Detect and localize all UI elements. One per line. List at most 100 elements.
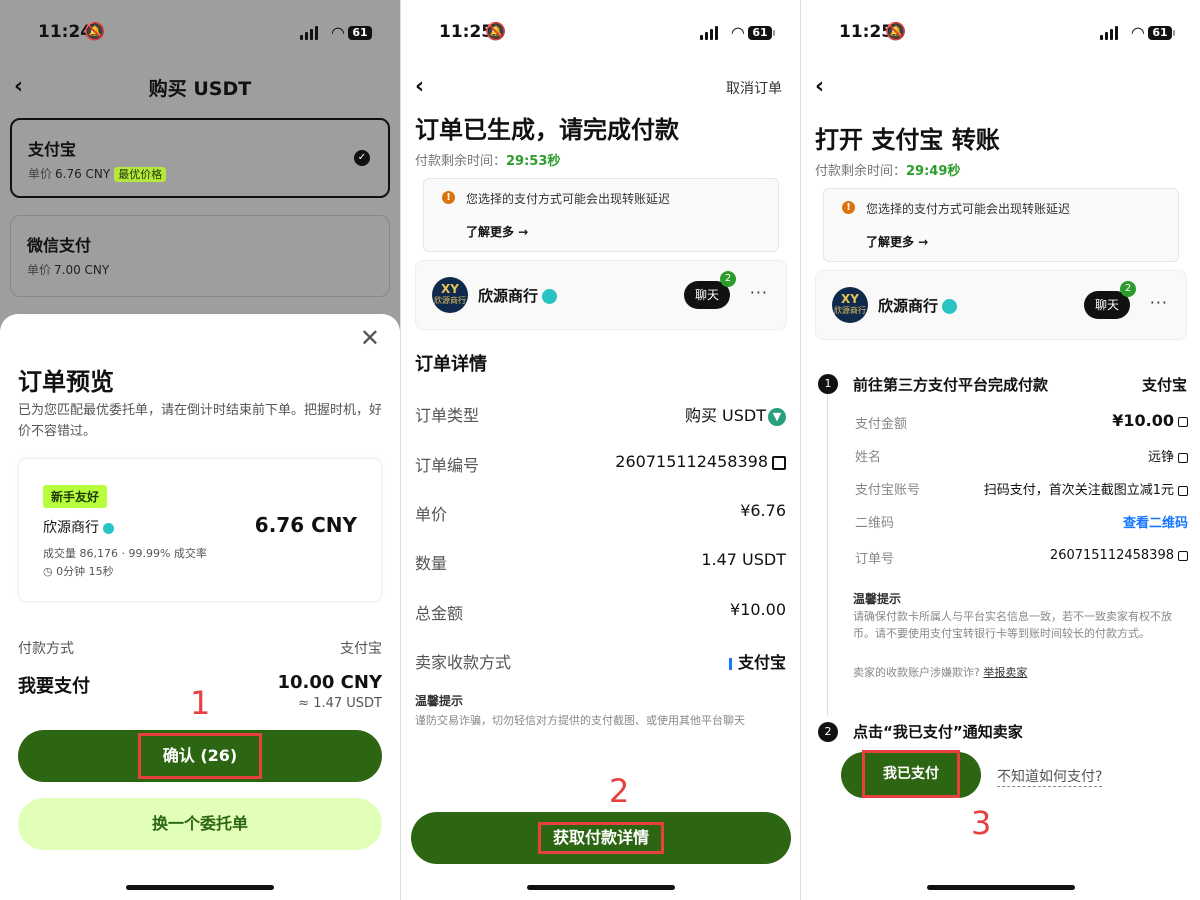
screen-order-preview: 11:24 🔕 ◠ 61 ‹ 购买 USDT 支付宝 单价 6.76 CNY 最优价…: [0, 0, 400, 900]
step-number: 3: [971, 804, 992, 842]
chat-badge: 2: [720, 271, 736, 287]
mute-icon: 🔕: [84, 22, 106, 42]
copy-icon[interactable]: [1178, 452, 1188, 463]
back-button[interactable]: ‹: [415, 76, 424, 98]
best-price-badge: 最优价格: [114, 167, 167, 182]
payment-timer: 付款剩余时间：29:53秒: [415, 154, 561, 169]
step-1-title: 前往第三方支付平台完成付款 支付宝: [853, 376, 1187, 394]
response-time: ◷ 0分钟 15秒: [43, 565, 114, 578]
tips-text: 请确保付款卡所属人与平台实名信息一致，若不一致卖家有权不放币。请不要使用支付宝转…: [853, 610, 1172, 640]
copy-icon[interactable]: [1178, 485, 1188, 496]
sheet-title: 订单预览: [18, 368, 114, 396]
copy-icon[interactable]: [772, 455, 786, 470]
page-title: 购买 USDT: [148, 78, 252, 100]
transfer-row-order-no: 订单号 260715112458398: [855, 548, 1188, 567]
wifi-icon: ◠: [331, 23, 344, 42]
verified-icon: [542, 289, 558, 304]
merchant-name: 欣源商行: [478, 285, 558, 306]
clock-icon: ◷: [43, 565, 57, 578]
detail-row-order-no: 订单编号 260715112458398: [415, 452, 786, 476]
transfer-row-amount: 支付金额 ¥10.00: [855, 411, 1188, 432]
more-icon[interactable]: ···: [1150, 293, 1168, 312]
mute-icon: 🔕: [485, 22, 507, 42]
sheet-description: 已为您匹配最优委托单，请在倒计时结束前下单。把握时机，好价不容错过。: [18, 403, 383, 439]
more-icon[interactable]: ···: [750, 283, 768, 302]
pay-method-name: 支付宝: [28, 140, 77, 159]
copy-icon[interactable]: [1178, 416, 1188, 427]
step-number: 1: [190, 684, 211, 722]
signal-icon: [1100, 26, 1118, 40]
check-icon: ✓: [354, 150, 370, 166]
transfer-row-name: 姓名 远铮: [855, 446, 1188, 465]
copy-icon[interactable]: [1178, 550, 1188, 561]
tips-title: 温馨提示: [415, 694, 464, 708]
wifi-icon: ◠: [1131, 23, 1144, 42]
warning-icon: !: [842, 201, 855, 214]
chat-button[interactable]: 聊天 2: [1084, 281, 1136, 319]
home-indicator: [126, 885, 274, 890]
status-bar: 11:25 🔕 ◠ 61: [801, 22, 1200, 46]
merchant-card: XY 欣源商行 欣源商行 聊天 2 ···: [415, 260, 787, 330]
tips-title: 温馨提示: [853, 592, 902, 606]
page-title: 订单已生成，请完成付款: [415, 116, 679, 144]
transfer-row-qrcode: 二维码 查看二维码: [855, 512, 1188, 531]
pay-method-price: 单价 6.76 CNY 最优价格: [28, 165, 372, 182]
detail-row-unit-price: 单价 ¥6.76: [415, 501, 786, 524]
merchant-logo: XY 欣源商行: [432, 277, 468, 313]
screen-order-created: 11:25 🔕 ◠ 61 ‹ 取消订单 订单已生成，请完成付款 付款剩余时间：2…: [400, 0, 800, 900]
battery-icon: 61: [748, 26, 775, 40]
wifi-icon: ◠: [731, 23, 744, 42]
pay-method-wechat[interactable]: 微信支付 单价 7.00 CNY: [10, 215, 390, 297]
battery-icon: 61: [348, 26, 375, 40]
learn-more-link[interactable]: 了解更多 →: [466, 223, 528, 240]
cancel-order-link[interactable]: 取消订单: [726, 78, 782, 98]
step-2-dot: 2: [818, 722, 838, 742]
step-connector: [827, 394, 828, 716]
home-indicator: [926, 885, 1075, 890]
usdt-icon: ▼: [768, 407, 786, 426]
step-1-dot: 1: [818, 374, 838, 394]
back-button[interactable]: ‹: [815, 76, 824, 98]
close-icon[interactable]: ✕: [360, 324, 380, 352]
pay-method-price: 单价 7.00 CNY: [27, 263, 110, 277]
verified-icon: [942, 299, 958, 314]
offer-card: 新手友好 欣源商行 6.76 CNY 成交量 86,176 · 99.99% 成…: [18, 458, 382, 602]
merchant-logo: XY 欣源商行: [832, 287, 868, 323]
report-seller-link[interactable]: 举报卖家: [983, 666, 1027, 679]
change-order-button[interactable]: 换一个委托单: [18, 798, 382, 850]
detail-row-total: 总金额 ¥10.00: [415, 600, 786, 623]
detail-row-seller-method: 卖家收款方式 支付宝: [415, 653, 786, 672]
alipay-icon: [728, 657, 732, 670]
offer-price: 6.76 CNY: [254, 513, 357, 537]
help-link[interactable]: 不知道如何支付?: [997, 766, 1103, 787]
battery-icon: 61: [1148, 26, 1175, 40]
signal-icon: [300, 26, 318, 40]
tips-text: 谨防交易诈骗，切勿轻信对方提供的支付截图、或使用其他平台聊天: [415, 714, 745, 727]
chat-button[interactable]: 聊天 2: [684, 271, 736, 309]
merchant-name: 欣源商行: [878, 295, 958, 316]
detail-row-quantity: 数量 1.47 USDT: [415, 550, 786, 573]
pay-method-alipay[interactable]: 支付宝 单价 6.76 CNY 最优价格 ✓: [10, 118, 390, 198]
details-title: 订单详情: [415, 354, 487, 375]
merchant-card: XY 欣源商行 欣源商行 聊天 2 ···: [815, 270, 1187, 340]
merchant-name: 欣源商行: [43, 517, 114, 537]
step-2-title: 点击“我已支付”通知卖家: [853, 723, 1023, 741]
chat-badge: 2: [1120, 281, 1136, 297]
fraud-report-row: 卖家的收款账户涉嫌欺诈? 举报卖家: [853, 666, 1028, 679]
newbie-badge: 新手友好: [43, 485, 108, 508]
order-preview-sheet: ✕ 订单预览 已为您匹配最优委托单，请在倒计时结束前下单。把握时机，好价不容错过…: [0, 314, 400, 900]
pay-method-name: 微信支付: [27, 236, 92, 255]
paid-button[interactable]: 我已支付: [841, 750, 981, 798]
screen-transfer: 11:25 🔕 ◠ 61 ‹ 打开 支付宝 转账 付款剩余时间：29:49秒 !…: [800, 0, 1200, 900]
page-title: 打开 支付宝 转账: [815, 126, 1000, 154]
confirm-button[interactable]: 确认 (26): [18, 730, 382, 782]
view-qrcode-link[interactable]: 查看二维码: [1123, 512, 1188, 531]
status-bar: 11:24 🔕 ◠ 61: [0, 22, 400, 46]
verified-icon: [103, 522, 114, 534]
signal-icon: [700, 26, 718, 40]
detail-row-type: 订单类型 购买 USDT ▼: [415, 402, 786, 426]
status-bar: 11:25 🔕 ◠ 61: [401, 22, 800, 46]
payment-timer: 付款剩余时间：29:49秒: [815, 164, 961, 179]
learn-more-link[interactable]: 了解更多 →: [866, 233, 928, 250]
get-payment-details-button[interactable]: 获取付款详情: [411, 812, 791, 864]
